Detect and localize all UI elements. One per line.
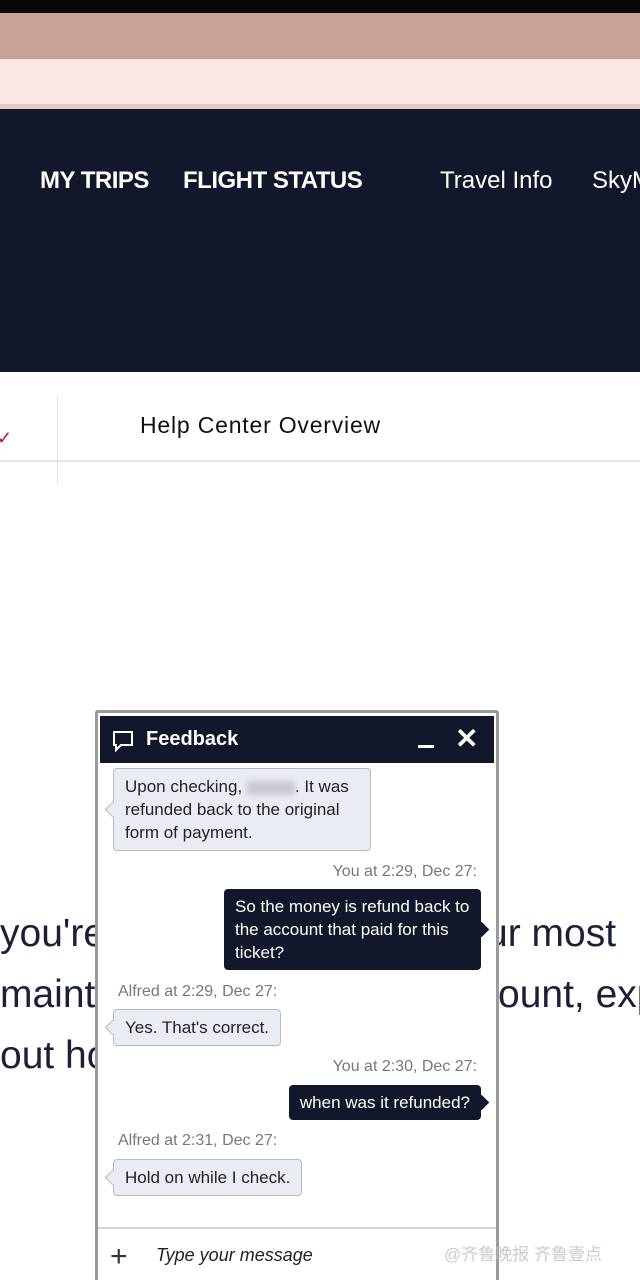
attach-plus-icon[interactable]: + <box>110 1240 128 1274</box>
close-button[interactable]: ✕ <box>455 722 478 755</box>
browser-band <box>0 13 640 59</box>
browser-band-light <box>0 59 640 104</box>
user-message: when was it refunded? <box>289 1085 481 1120</box>
watermark: @齐鲁晚报 齐鲁壹点 <box>444 1240 602 1265</box>
chat-header: Feedback ✕ <box>100 716 494 763</box>
chat-bubble-icon <box>112 730 134 752</box>
bg-text: out ho <box>0 1034 108 1078</box>
check-icon: ✓ <box>0 428 12 449</box>
nav-skymiles[interactable]: SkyM <box>592 167 640 195</box>
nav-my-trips[interactable]: MY TRIPS <box>40 167 149 195</box>
agent-message: Hold on while I check. <box>113 1159 302 1196</box>
divider <box>57 395 58 485</box>
message-meta: You at 2:29, Dec 27: <box>333 863 477 881</box>
feedback-chat-window: Feedback ✕ Upon checking, . It was refun… <box>95 710 499 1280</box>
agent-message: Yes. That's correct. <box>113 1009 281 1046</box>
agent-message: Upon checking, . It was refunded back to… <box>113 768 371 851</box>
message-text: Upon checking, <box>125 777 242 796</box>
bg-text: ur most <box>486 912 616 956</box>
help-center-overview-link[interactable]: Help Center Overview <box>140 412 381 439</box>
bg-text: you're <box>0 912 105 956</box>
nav-travel-info[interactable]: Travel Info <box>440 167 553 195</box>
nav-flight-status[interactable]: FLIGHT STATUS <box>183 167 362 195</box>
bg-text: ount, exp <box>498 973 640 1017</box>
minimize-button[interactable] <box>418 745 434 748</box>
chat-title: Feedback <box>146 728 238 751</box>
divider <box>98 1227 496 1229</box>
redacted-name <box>247 781 295 795</box>
message-input[interactable] <box>156 1245 456 1266</box>
top-bar <box>0 0 640 13</box>
main-nav: I MY TRIPS FLIGHT STATUS Travel Info Sky… <box>0 109 640 372</box>
message-meta: You at 2:30, Dec 27: <box>333 1058 477 1076</box>
user-message: So the money is refund back to the accou… <box>224 889 481 970</box>
message-meta: Alfred at 2:31, Dec 27: <box>118 1132 277 1150</box>
message-meta: Alfred at 2:29, Dec 27: <box>118 983 277 1001</box>
